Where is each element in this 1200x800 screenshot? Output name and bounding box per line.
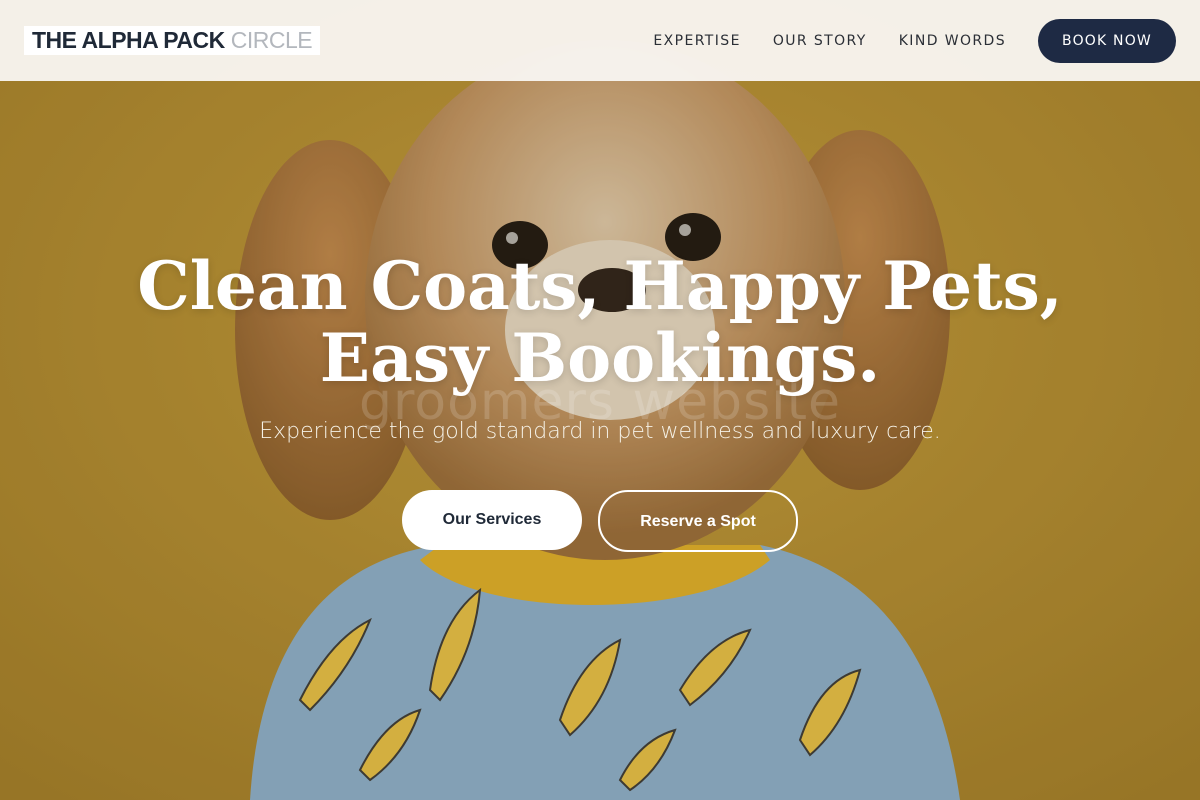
hero-subtitle: Experience the gold standard in pet well…: [259, 419, 941, 444]
site-logo[interactable]: THE ALPHA PACK CIRCLE: [24, 26, 321, 55]
hero-headline: Clean Coats, Happy Pets, Easy Bookings.: [0, 250, 1200, 394]
nav-link-our-story[interactable]: OUR STORY: [773, 33, 867, 49]
logo-main-text: THE ALPHA PACK: [32, 27, 225, 53]
headline-line-1: Clean Coats, Happy Pets,: [137, 247, 1063, 325]
main-nav: EXPERTISE OUR STORY KIND WORDS BOOK NOW: [621, 18, 1176, 63]
hero-cta-row: Our Services Reserve a Spot: [0, 490, 1200, 552]
reserve-spot-button[interactable]: Reserve a Spot: [598, 490, 798, 552]
headline-line-2: Easy Bookings.: [319, 319, 881, 397]
our-services-button[interactable]: Our Services: [402, 490, 582, 550]
hero-section: groomers website Clean Coats, Happy Pets…: [0, 0, 1200, 800]
nav-link-expertise[interactable]: EXPERTISE: [653, 33, 740, 49]
logo-sub-text: CIRCLE: [230, 27, 313, 53]
landing-page: THE ALPHA PACK CIRCLE EXPERTISE OUR STOR…: [0, 0, 1200, 800]
site-header: THE ALPHA PACK CIRCLE EXPERTISE OUR STOR…: [0, 0, 1200, 81]
book-now-button[interactable]: BOOK NOW: [1038, 18, 1176, 63]
nav-link-kind-words[interactable]: KIND WORDS: [899, 33, 1006, 49]
